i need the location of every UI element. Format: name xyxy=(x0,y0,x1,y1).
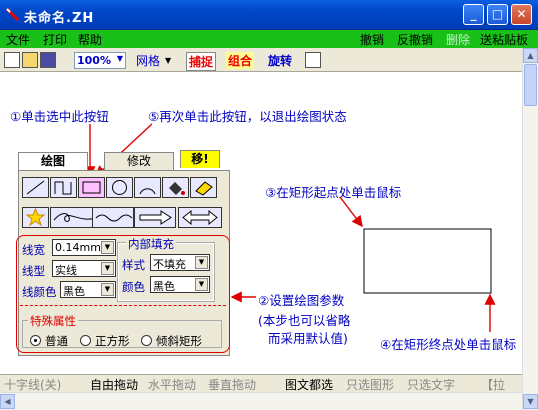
line-type-value: 实线 xyxy=(55,264,77,277)
fill-style-select[interactable]: 不填充 ▼ xyxy=(150,254,210,271)
rectangle-icon xyxy=(82,181,101,194)
arrow-tool-button[interactable] xyxy=(134,207,176,228)
paint-bucket-icon xyxy=(169,182,185,195)
chevron-down-icon: ▼ xyxy=(101,241,114,254)
line-width-label: 线宽 xyxy=(22,243,45,257)
line-color-value: 黑色 xyxy=(63,285,85,298)
divider-dashed xyxy=(20,305,226,306)
arrow-right-icon xyxy=(139,210,172,225)
line-color-select[interactable]: 黑色 ▼ xyxy=(60,281,116,298)
tab-draw[interactable]: 绘图 xyxy=(18,152,88,170)
fill-style-label: 样式 xyxy=(122,258,145,272)
radio-normal-label: 普通 xyxy=(45,334,68,348)
fill-tool-button[interactable] xyxy=(162,177,189,198)
rectangle-tool-button[interactable] xyxy=(78,177,105,198)
radio-square-label: 正方形 xyxy=(95,334,130,348)
line-type-select[interactable]: 实线 ▼ xyxy=(52,260,116,277)
polyline-icon xyxy=(54,181,72,195)
chevron-down-icon: ▼ xyxy=(195,256,208,269)
wave-icon xyxy=(95,214,133,222)
line-icon xyxy=(26,180,45,195)
chevron-down-icon: ▼ xyxy=(195,278,208,291)
line-width-value: 0.14mm xyxy=(55,241,101,254)
status-select-text[interactable]: 只选文字 xyxy=(407,376,455,393)
circle-icon xyxy=(112,180,127,195)
fill-color-value: 黑色 xyxy=(153,280,175,293)
status-horizontal-drag[interactable]: 水平拖动 xyxy=(148,376,196,393)
fill-color-label: 颜色 xyxy=(122,280,145,294)
polyline-tool-button[interactable] xyxy=(50,177,77,198)
fill-group-title: 内部填充 xyxy=(126,236,176,252)
status-crosshair[interactable]: 十字线(关) xyxy=(4,376,61,393)
fill-style-value: 不填充 xyxy=(153,258,186,271)
tab-move[interactable]: 移! xyxy=(180,150,220,168)
tab-modify[interactable]: 修改 xyxy=(104,152,174,170)
line-width-select[interactable]: 0.14mm ▼ xyxy=(52,239,116,256)
radio-square[interactable] xyxy=(80,335,91,346)
status-select-shapes[interactable]: 只选图形 xyxy=(346,376,394,393)
arc-tool-button[interactable] xyxy=(134,177,161,198)
double-arrow-tool-button[interactable] xyxy=(178,207,222,228)
circle-tool-button[interactable] xyxy=(106,177,133,198)
radio-tilted[interactable] xyxy=(141,335,152,346)
radio-tilted-label: 倾斜矩形 xyxy=(156,334,202,348)
line-tool-button[interactable] xyxy=(22,177,49,198)
horizontal-scrollbar[interactable]: ◀ xyxy=(0,392,522,410)
status-more[interactable]: 【拉 xyxy=(481,376,505,393)
drawn-rectangle[interactable] xyxy=(364,229,491,293)
chevron-down-icon: ▼ xyxy=(101,283,114,296)
status-free-drag[interactable]: 自由拖动 xyxy=(90,376,138,393)
radio-normal[interactable] xyxy=(30,335,41,346)
status-vertical-drag[interactable]: 垂直拖动 xyxy=(208,376,256,393)
eraser-icon xyxy=(195,181,213,196)
scroll-left-button[interactable]: ◀ xyxy=(0,394,15,409)
fill-color-select[interactable]: 黑色 ▼ xyxy=(150,276,210,293)
status-select-all[interactable]: 图文都选 xyxy=(285,376,333,393)
chevron-down-icon: ▼ xyxy=(101,262,114,275)
double-arrow-icon xyxy=(182,209,218,226)
line-type-label: 线型 xyxy=(22,264,45,278)
special-group-title: 特殊属性 xyxy=(28,313,78,329)
wave-tool-button[interactable] xyxy=(92,207,134,228)
text-star-icon xyxy=(25,207,46,227)
text-tool-button[interactable] xyxy=(22,207,49,228)
eraser-tool-button[interactable] xyxy=(190,177,217,198)
line-color-label: 线颜色 xyxy=(22,285,57,299)
arc-icon xyxy=(139,188,156,195)
